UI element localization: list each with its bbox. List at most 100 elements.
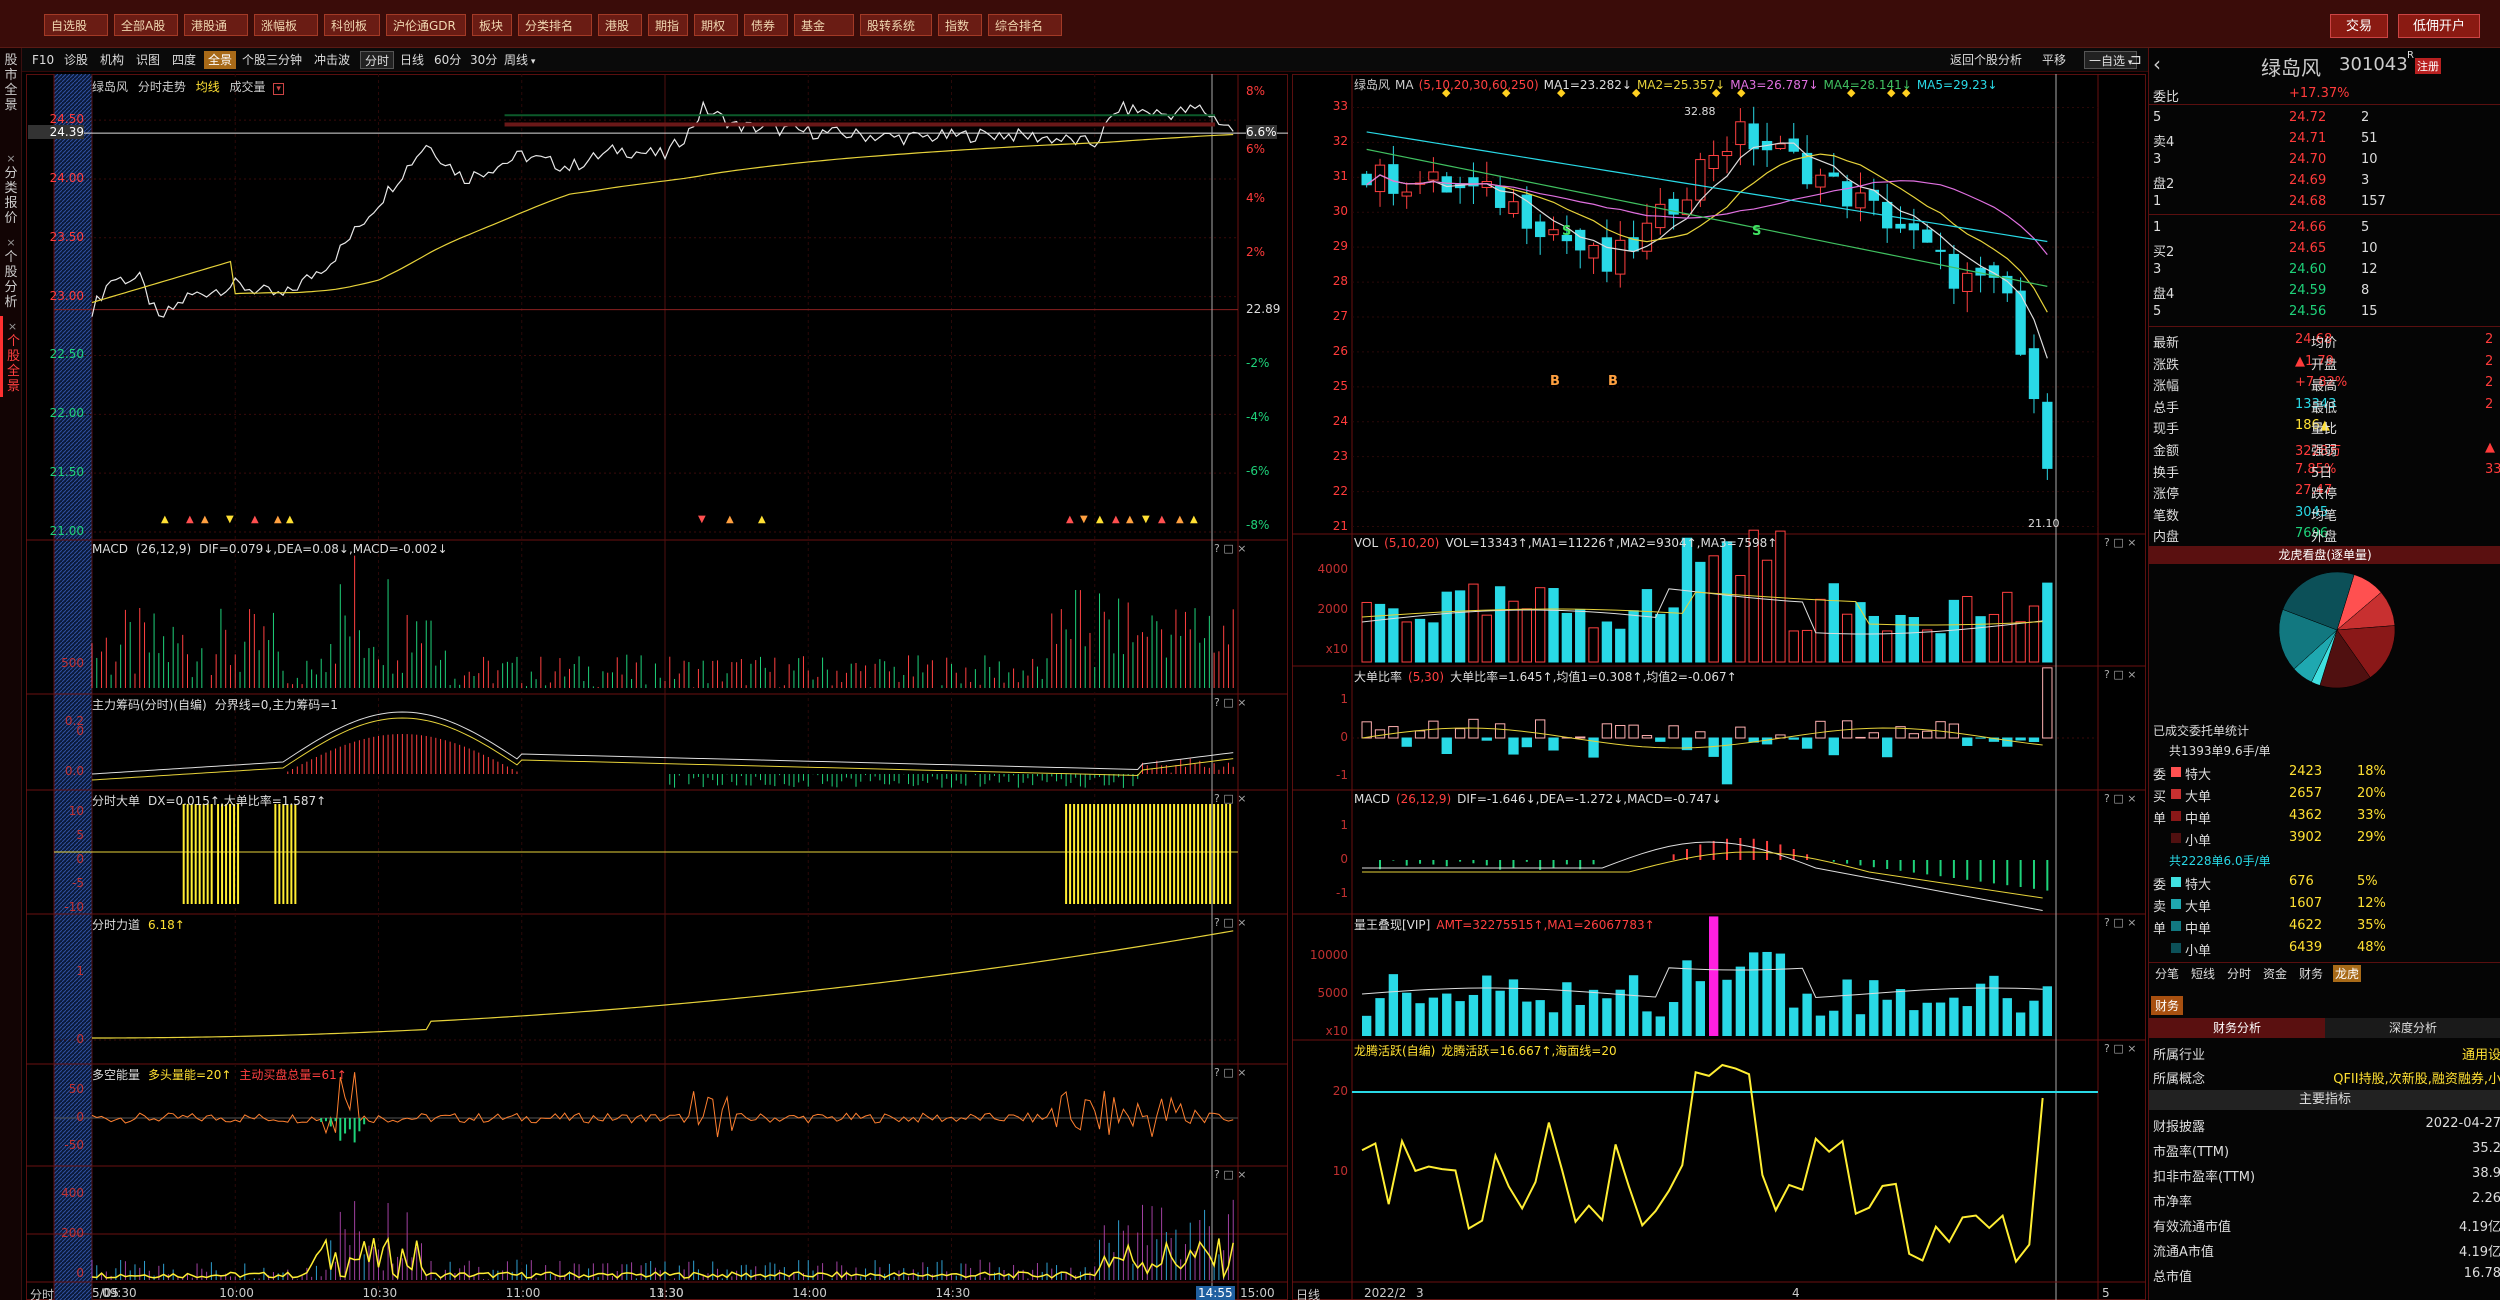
- top-menu-button[interactable]: 沪伦通GDR: [386, 14, 466, 36]
- period-30[interactable]: 30分: [470, 51, 497, 69]
- stat-row-cell: 33.: [2485, 461, 2500, 477]
- close-icon[interactable]: ×: [4, 151, 18, 166]
- bid-row-cell: 24.59: [2289, 283, 2327, 298]
- stat-row-cell: 涨跌: [2153, 357, 2180, 373]
- volume-bar: [1454, 590, 1466, 663]
- bid-row-cell: 12: [2361, 262, 2378, 277]
- zl-title-text: 分界线=0,主力筹码=1: [214, 698, 338, 712]
- volume-bar: [1775, 530, 1786, 663]
- volume-bar: [1361, 601, 1372, 663]
- ld-tick: 50: [68, 1082, 84, 1096]
- open-account-button[interactable]: 低佣开户: [2398, 14, 2480, 38]
- macd-tick: -1: [1336, 886, 1348, 900]
- macd-title: MACD (26,12,9) DIF=0.079↓,DEA=0.08↓,MACD=-…: [92, 542, 456, 556]
- top-menu-button[interactable]: 科创板: [324, 14, 380, 36]
- volume-bar: [1895, 614, 1906, 663]
- pan-button[interactable]: 平移: [2042, 51, 2066, 69]
- industry-row-cell: 通用设: [2461, 1048, 2500, 1063]
- fin-row-cell: 市净率: [2153, 1195, 2193, 1210]
- top-menu-button[interactable]: 期权: [694, 14, 738, 36]
- fin-row: 有效流通市值 4.19亿: [2149, 1214, 2500, 1235]
- tab-category-quotes[interactable]: × 分类报价: [0, 148, 22, 229]
- three-minute-button[interactable]: 个股三分钟: [242, 51, 302, 69]
- dropdown-icon[interactable]: ▾: [273, 83, 284, 95]
- vol-title-text: VOL=13343↑,MA1=11226↑,MA2=9304↑,MA3=7598…: [1445, 536, 1778, 550]
- quote-tab[interactable]: 财务: [2297, 965, 2325, 982]
- quote-tab[interactable]: 分时: [2225, 965, 2253, 982]
- fin-row: 扣非市盈率(TTM) 38.9: [2149, 1164, 2500, 1185]
- period-intraday[interactable]: 分时: [360, 51, 395, 69]
- volume-bar: [2042, 582, 2053, 663]
- period-daily[interactable]: 日线: [400, 51, 424, 69]
- volume-bar: [1388, 608, 1399, 663]
- volume-bar: [1841, 613, 1853, 663]
- period-60[interactable]: 60分: [434, 51, 461, 69]
- ld-tick: -50: [64, 1138, 84, 1152]
- deep-analysis-tab[interactable]: 深度分析: [2325, 1018, 2500, 1038]
- top-menu-button[interactable]: 板块: [472, 14, 512, 36]
- top-menu-button[interactable]: 债券: [744, 14, 788, 36]
- dd-bar: [1868, 732, 1879, 739]
- expand-icon[interactable]: ⊐: [2130, 51, 2142, 69]
- back-chevron-icon[interactable]: ‹: [2153, 52, 2161, 76]
- quote-tab[interactable]: 资金: [2261, 965, 2289, 982]
- back-to-analysis-link[interactable]: 返回个股分析: [1950, 51, 2022, 69]
- top-menu-button[interactable]: 股转系统: [860, 14, 932, 36]
- trade-button[interactable]: 交易: [2330, 14, 2388, 38]
- time-mode-button[interactable]: 分时: [30, 1286, 54, 1300]
- top-menu-button[interactable]: 综合排名: [988, 14, 1062, 36]
- f10-button[interactable]: F10: [32, 51, 54, 69]
- top-menu-button[interactable]: 涨幅板: [254, 14, 318, 36]
- stat-row-cell: 跌停: [2311, 487, 2338, 503]
- quote-tab[interactable]: 分笔: [2153, 965, 2181, 982]
- tab-stock-analysis[interactable]: × 个股分析: [0, 232, 22, 313]
- top-menu-button[interactable]: 自选股: [44, 14, 108, 36]
- tab-stock-panorama[interactable]: × 个股全景: [0, 316, 22, 397]
- period-weekly[interactable]: 周线 ▾: [504, 51, 535, 69]
- panel-icons: ? □ ×: [2104, 668, 2137, 681]
- top-menu-button[interactable]: 全部A股: [114, 14, 178, 36]
- fin-row-cell: 2022-04-27: [2425, 1116, 2500, 1131]
- daily-price-tick: 21: [1332, 518, 1348, 533]
- close-icon[interactable]: ×: [7, 319, 18, 334]
- four-degree-button[interactable]: 四度: [172, 51, 196, 69]
- quote-tab[interactable]: 龙虎: [2333, 965, 2362, 982]
- dd-bar: [1454, 728, 1466, 739]
- fin-row-cell: 总市值: [2153, 1270, 2193, 1285]
- lw-bar: [1628, 975, 1639, 1036]
- lh-tick: 20: [1332, 1084, 1348, 1098]
- top-menu-button[interactable]: 港股通: [184, 14, 248, 36]
- dd-bar: [1655, 737, 1666, 742]
- bid-label: 3: [2153, 262, 2162, 277]
- panel-icons: ? □ ×: [1214, 542, 1247, 555]
- fin-row: 市净率 2.26: [2149, 1189, 2500, 1210]
- dk-tick: 400: [61, 1186, 84, 1200]
- lw-bar: [1922, 1002, 1932, 1036]
- fin-analysis-tab[interactable]: 财务分析: [2149, 1018, 2325, 1038]
- daily-mode-button[interactable]: 日线: [1296, 1286, 1320, 1300]
- ld-title-text: 6.18↑: [148, 918, 185, 932]
- bid-row-cell: 10: [2361, 241, 2378, 256]
- pattern-button[interactable]: 识图: [136, 51, 160, 69]
- finance-tab[interactable]: 财务: [2151, 996, 2184, 1015]
- close-icon[interactable]: ×: [4, 235, 18, 250]
- top-menu-button[interactable]: 基金: [794, 14, 854, 36]
- volume-bar: [1988, 613, 2000, 663]
- top-menu-button[interactable]: 指数: [938, 14, 982, 36]
- panorama-button[interactable]: 全景: [204, 51, 237, 69]
- institution-button[interactable]: 机构: [100, 51, 124, 69]
- top-menu-button[interactable]: 期指: [648, 14, 688, 36]
- shockwave-button[interactable]: 冲击波: [314, 51, 350, 69]
- dd-bar: [2042, 667, 2053, 739]
- volume-bar: [1641, 589, 1653, 663]
- signal-marker: ▲: [1096, 514, 1104, 525]
- lw-tick: 5000: [1317, 986, 1348, 1000]
- dd-bar: [1922, 730, 1933, 739]
- dd-bar: [1882, 737, 1893, 758]
- top-menu-button[interactable]: 港股: [598, 14, 642, 36]
- top-menu-button[interactable]: 分类排名: [518, 14, 592, 36]
- quote-tab[interactable]: 短线: [2189, 965, 2217, 982]
- r-marker: R: [2407, 50, 2414, 61]
- diagnose-button[interactable]: 诊股: [64, 51, 88, 69]
- tab-market-overview[interactable]: 股市全景: [0, 50, 22, 116]
